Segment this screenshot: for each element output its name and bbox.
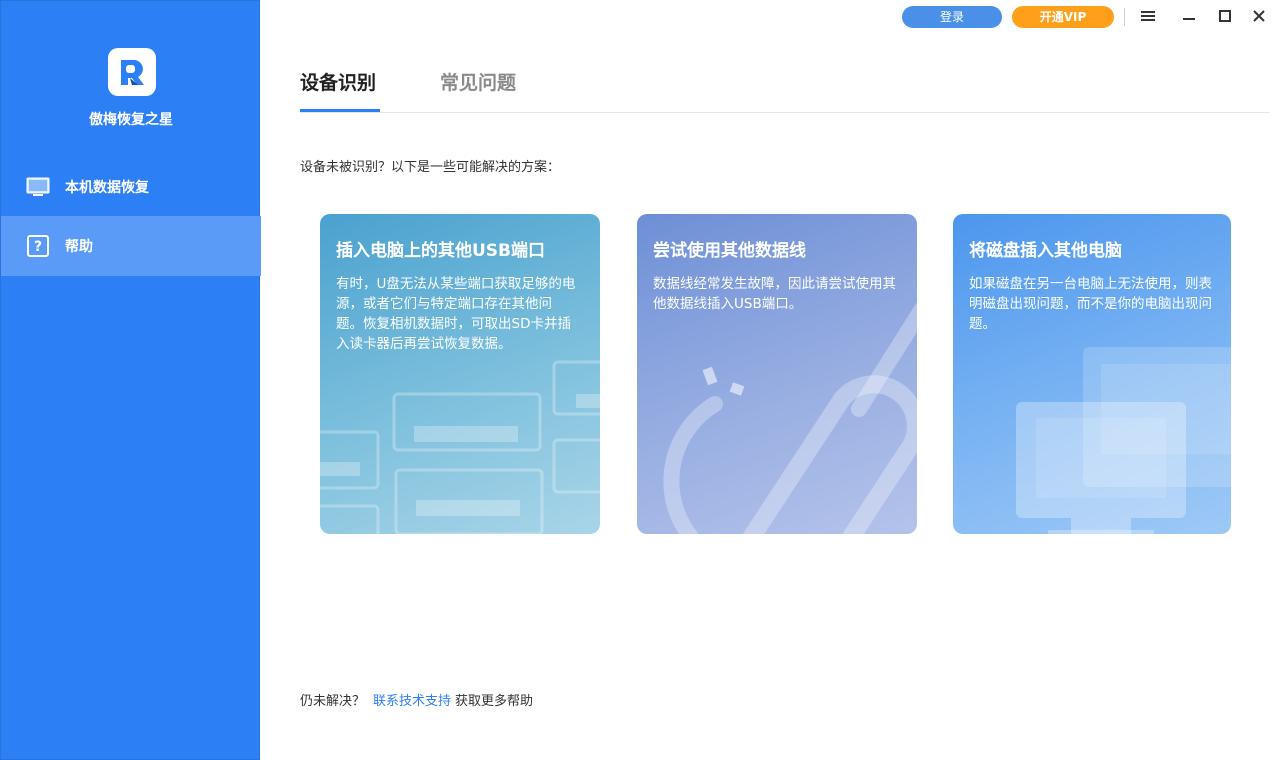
usb-ports-icon [320, 360, 600, 534]
vip-button[interactable]: 开通VIP [1012, 6, 1114, 28]
sidebar-item-help[interactable]: ? 帮助 [1, 216, 261, 276]
card-body: 有时，U盘无法从某些端口获取足够的电源，或者它们与特定端口存在其他问题。恢复相机… [336, 276, 576, 352]
solution-card-usb-port[interactable]: 插入电脑上的其他USB端口 有时，U盘无法从某些端口获取足够的电源，或者它们与特… [320, 214, 600, 534]
toolbar-divider [1124, 8, 1125, 26]
solution-card-cable[interactable]: 尝试使用其他数据线 数据线经常发生故障，因此请尝试使用其他数据线插入USB端口。 [637, 214, 917, 534]
help-icon: ? [26, 234, 50, 258]
app-logo [108, 48, 156, 96]
cable-icon [663, 302, 917, 534]
sidebar-item-label: 帮助 [65, 239, 93, 255]
sidebar: 傲梅恢复之星 本机数据恢复 ? 帮助 [0, 0, 261, 760]
tab-faq[interactable]: 常见问题 [440, 68, 516, 95]
tab-device-recognition[interactable]: 设备识别 [300, 68, 376, 95]
menu-icon[interactable] [1135, 4, 1161, 28]
card-title: 将磁盘插入其他电脑 [969, 241, 1122, 261]
close-icon[interactable] [1246, 4, 1272, 28]
svg-text:?: ? [34, 239, 42, 255]
solution-card-other-computer[interactable]: 将磁盘插入其他电脑 如果磁盘在另一台电脑上无法使用，则表明磁盘出现问题，而不是你… [953, 214, 1231, 534]
contact-support-link[interactable]: 联系技术支持 [373, 694, 451, 709]
sidebar-item-local-recovery[interactable]: 本机数据恢复 [1, 157, 261, 217]
computer-icon [1016, 347, 1231, 534]
card-title: 尝试使用其他数据线 [653, 241, 806, 261]
sidebar-item-label: 本机数据恢复 [65, 180, 149, 196]
card-body: 如果磁盘在另一台电脑上无法使用，则表明磁盘出现问题，而不是你的电脑出现问题。 [969, 276, 1212, 332]
card-body: 数据线经常发生故障，因此请尝试使用其他数据线插入USB端口。 [653, 276, 896, 312]
footer-suffix: 获取更多帮助 [455, 694, 534, 709]
intro-text: 设备未被识别？以下是一些可能解决的方案： [300, 160, 561, 175]
maximize-icon[interactable] [1212, 4, 1238, 28]
app-name: 傲梅恢复之星 [89, 112, 173, 128]
card-title: 插入电脑上的其他USB端口 [336, 241, 546, 261]
monitor-icon [26, 175, 50, 199]
login-button[interactable]: 登录 [902, 6, 1002, 28]
footer-help: 仍未解决？ 联系技术支持 获取更多帮助 [300, 690, 533, 709]
tab-divider [300, 112, 1270, 113]
footer-prefix: 仍未解决？ [300, 694, 366, 709]
minimize-icon[interactable] [1176, 4, 1202, 28]
